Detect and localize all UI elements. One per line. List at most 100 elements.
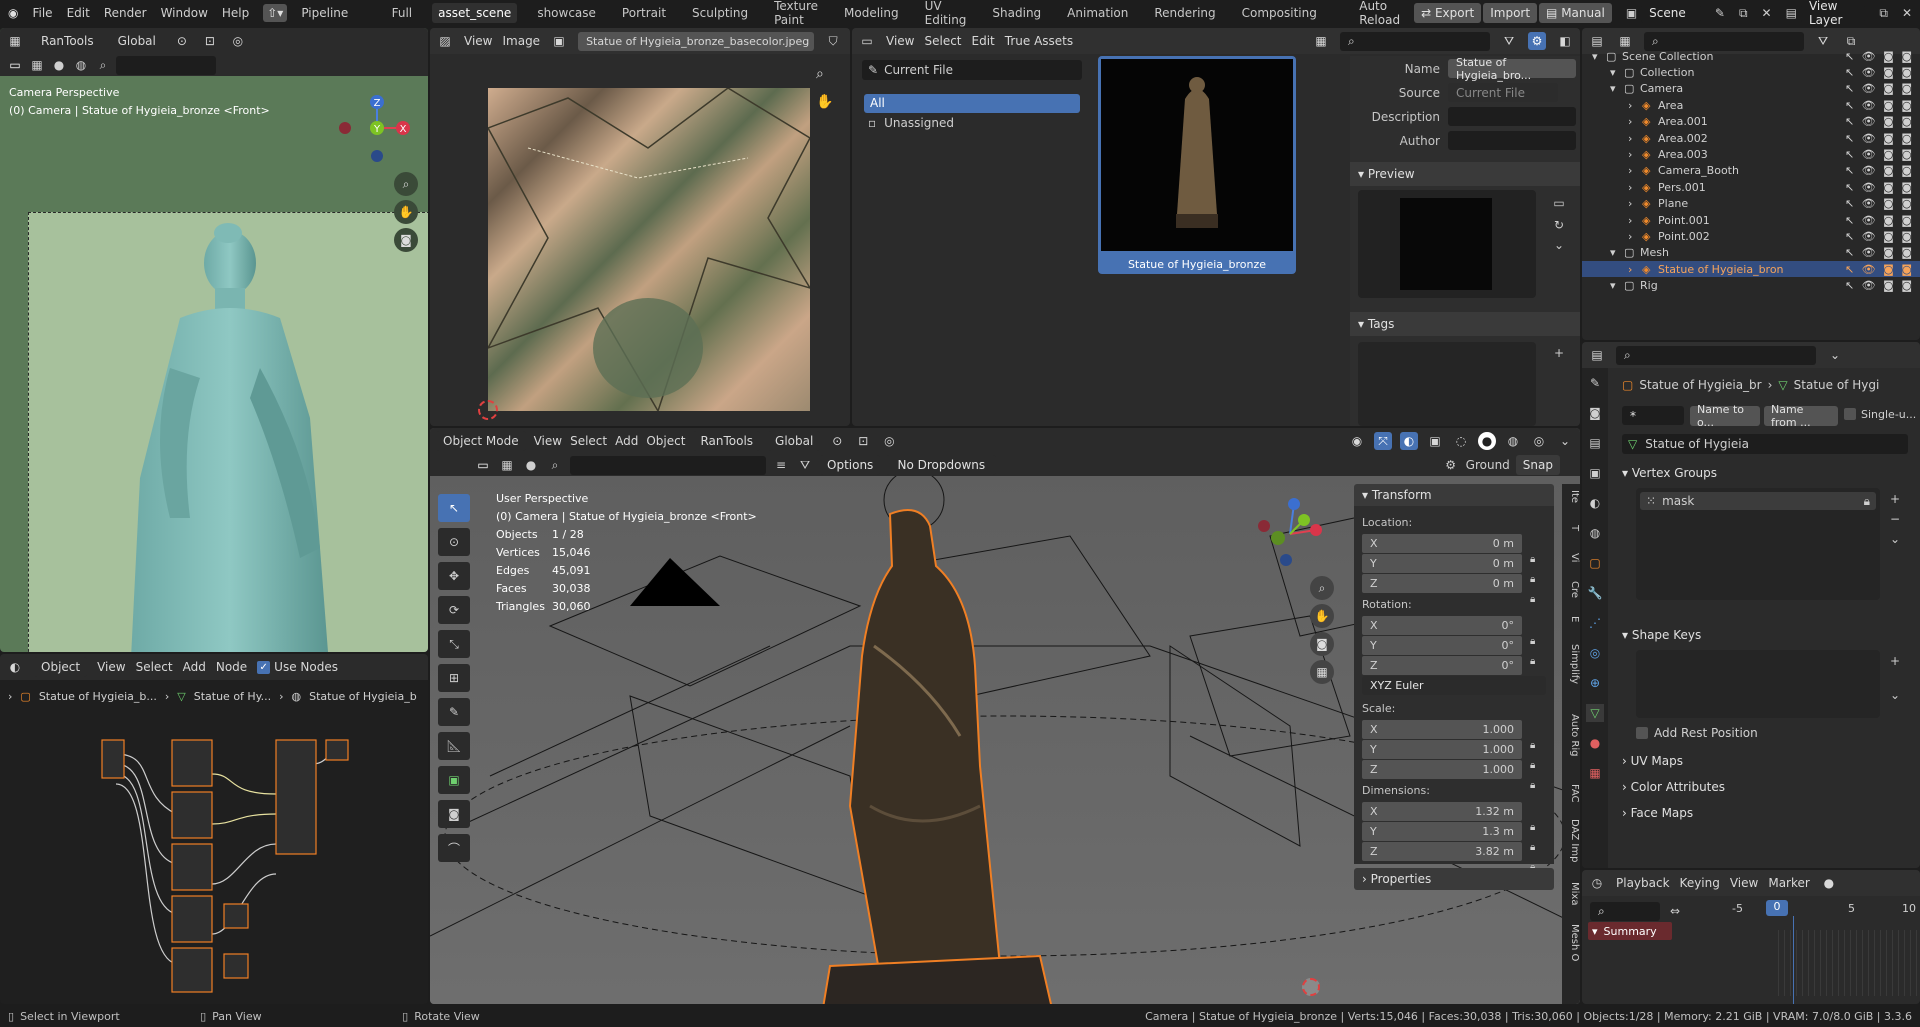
- visibility-eye-icon[interactable]: ↖ 👁︎ ◙ ◙: [1845, 246, 1920, 259]
- vp-filter-icon[interactable]: ⛛: [796, 456, 814, 474]
- image-image-menu[interactable]: Image: [502, 34, 540, 48]
- xray-icon[interactable]: ▣: [1426, 432, 1444, 450]
- viewport-navigation-gizmo[interactable]: [1250, 494, 1330, 574]
- blender-logo-icon[interactable]: ◉: [8, 6, 18, 20]
- properties-filter-field[interactable]: *: [1622, 406, 1684, 425]
- vp-material-icon[interactable]: ●: [522, 456, 540, 474]
- no-dropdowns-dropdown[interactable]: No Dropdowns: [886, 455, 997, 475]
- export-button[interactable]: ⇄ Export: [1414, 3, 1482, 23]
- node-editor-type-icon[interactable]: ◐: [6, 658, 24, 676]
- view-layer-selector[interactable]: View Layer: [1800, 0, 1866, 27]
- expand-arrow-icon[interactable]: ▾: [1610, 246, 1624, 259]
- timeline-ruler[interactable]: -5 0 5 10: [1732, 900, 1920, 922]
- close-scene-icon[interactable]: ✕: [1762, 4, 1772, 22]
- particles-tab-icon[interactable]: ⋰: [1586, 614, 1604, 632]
- tab-sculpting[interactable]: Sculpting: [686, 3, 754, 23]
- lock-icon[interactable]: 🔒︎: [1530, 594, 1535, 605]
- node-graph[interactable]: [96, 734, 366, 994]
- node-view-menu[interactable]: View: [97, 660, 125, 674]
- lock-icon[interactable]: 🔒︎: [1864, 494, 1870, 509]
- transform-panel-header[interactable]: ▾ Transform: [1354, 484, 1554, 506]
- material-tab-icon[interactable]: ●: [1586, 734, 1604, 752]
- visibility-eye-icon[interactable]: ↖ 👁︎ ◙ ◙: [1845, 197, 1920, 210]
- expand-arrow-icon[interactable]: ›: [1628, 230, 1642, 243]
- menu-edit[interactable]: Edit: [67, 6, 90, 20]
- viewport-pan-icon[interactable]: ✋: [1310, 604, 1334, 628]
- editor-type-icon[interactable]: ▦: [6, 32, 24, 50]
- outliner-row[interactable]: › ◈ Area.002 ↖ 👁︎ ◙ ◙: [1582, 130, 1920, 146]
- asset-edit-menu[interactable]: Edit: [972, 34, 995, 48]
- close-view-layer-icon[interactable]: ✕: [1902, 4, 1912, 22]
- color-attributes-panel-header[interactable]: › Color Attributes: [1622, 780, 1725, 794]
- select-box-icon[interactable]: ▭: [6, 56, 24, 74]
- expand-arrow-icon[interactable]: ›: [1628, 115, 1642, 128]
- catalog-unassigned[interactable]: ▫ Unassigned: [868, 116, 954, 130]
- image-zoom-icon[interactable]: ⌕: [816, 66, 824, 82]
- scale-tool-icon[interactable]: ⤡: [438, 630, 470, 658]
- navigation-gizmo[interactable]: Z X Y: [335, 88, 415, 168]
- visibility-eye-icon[interactable]: ↖ 👁︎ ◙ ◙: [1845, 148, 1920, 161]
- material-shading-icon[interactable]: ◍: [1504, 432, 1522, 450]
- auto-reload-label[interactable]: Auto Reload: [1359, 0, 1400, 27]
- outliner-row[interactable]: › ◈ Area.003 ↖ 👁︎ ◙ ◙: [1582, 146, 1920, 162]
- outliner-row[interactable]: › ◈ Statue of Hygieia_bron ↖ 👁︎ ◙ ◙: [1582, 261, 1920, 278]
- world-tab-icon[interactable]: ◍: [1586, 524, 1604, 542]
- viewport-object-menu[interactable]: Object: [646, 434, 685, 448]
- outliner-row[interactable]: › ◈ Area ↖ 👁︎ ◙ ◙: [1582, 97, 1920, 113]
- load-preview-icon[interactable]: ▭: [1550, 194, 1568, 212]
- add-vertex-group-icon[interactable]: +: [1886, 490, 1904, 508]
- transform-field[interactable]: Z 3.82 m: [1362, 842, 1522, 861]
- asset-thumbnail-card[interactable]: Statue of Hygieia_bronze: [1098, 56, 1296, 274]
- remove-vertex-group-icon[interactable]: −: [1886, 510, 1904, 528]
- node-editor[interactable]: ◐ Object View Select Add Node ✓ Use Nodes…: [0, 654, 428, 1004]
- keying-menu[interactable]: Keying: [1680, 876, 1720, 890]
- curve-tool-icon[interactable]: ⌒: [438, 834, 470, 862]
- tab-modeling[interactable]: Modeling: [838, 3, 905, 23]
- tags-list[interactable]: [1358, 342, 1536, 426]
- asset-true-assets-menu[interactable]: True Assets: [1005, 34, 1073, 48]
- tab-full[interactable]: Full: [386, 3, 419, 23]
- outliner-row[interactable]: ▾ ▢ Collection ↖ 👁︎ ◙ ◙: [1582, 64, 1920, 80]
- add-tag-icon[interactable]: +: [1550, 344, 1568, 362]
- transform-field[interactable]: Z 0°: [1362, 656, 1522, 675]
- menu-render[interactable]: Render: [104, 6, 147, 20]
- image-editor[interactable]: ▨ View Image ▣ Statue of Hygieia_bronze_…: [430, 28, 850, 426]
- asset-select-menu[interactable]: Select: [924, 34, 961, 48]
- tab-compositing[interactable]: Compositing: [1236, 3, 1323, 23]
- zoom-icon[interactable]: ⌕: [394, 172, 418, 196]
- shader-type-dropdown[interactable]: Object: [34, 657, 88, 677]
- asset-source-field[interactable]: Current File: [1448, 83, 1558, 102]
- single-user-toggle[interactable]: Single-u...: [1844, 408, 1916, 421]
- properties-panel-header[interactable]: › Properties: [1354, 868, 1554, 890]
- snap-button[interactable]: Snap: [1515, 455, 1560, 475]
- viewport-pivot-icon[interactable]: ⊙: [828, 432, 846, 450]
- marker-menu[interactable]: Marker: [1768, 876, 1809, 890]
- timeline[interactable]: ◷ Playback Keying View Marker ● ⌕ ⇔ -5 0…: [1582, 870, 1920, 1004]
- visibility-eye-icon[interactable]: ↖ 👁︎ ◙ ◙: [1845, 66, 1920, 79]
- outliner-row[interactable]: ▾ ▢ Mesh ↖ 👁︎ ◙ ◙: [1582, 245, 1920, 261]
- outliner-row[interactable]: › ◈ Point.001 ↖ 👁︎ ◙ ◙: [1582, 212, 1920, 228]
- timeline-search-input[interactable]: ⌕: [1590, 902, 1660, 921]
- vertex-group-item[interactable]: ⁙ mask 🔒︎: [1640, 492, 1876, 510]
- expand-arrow-icon[interactable]: ›: [1628, 164, 1642, 177]
- preview-menu-icon[interactable]: ⌄: [1550, 236, 1568, 254]
- sidebar-tab[interactable]: Mixa: [1562, 882, 1580, 905]
- viewport-grid-icon[interactable]: ▦: [1310, 660, 1334, 684]
- viewport-zoom-icon[interactable]: ⌕: [1310, 576, 1334, 600]
- viewport-camera-icon[interactable]: ◙: [1310, 632, 1334, 656]
- outliner-row[interactable]: › ◈ Area.001 ↖ 👁︎ ◙ ◙: [1582, 114, 1920, 130]
- vp-search-icon[interactable]: ⌕: [546, 456, 564, 474]
- rantools-dropdown[interactable]: RanTools: [34, 31, 101, 51]
- use-nodes-checkbox[interactable]: ✓ Use Nodes: [257, 660, 338, 674]
- visibility-eye-icon[interactable]: ↖ 👁︎ ◙ ◙: [1845, 132, 1920, 145]
- output-tab-icon[interactable]: ▤: [1586, 434, 1604, 452]
- expand-arrow-icon[interactable]: ›: [1628, 99, 1642, 112]
- image-view-menu[interactable]: View: [464, 34, 492, 48]
- camera-toggle-icon[interactable]: ◙: [394, 228, 418, 252]
- move-tool-icon[interactable]: ✥: [438, 562, 470, 590]
- vp-select-mode-icon[interactable]: ▦: [498, 456, 516, 474]
- view-layer-tab-icon[interactable]: ▣: [1586, 464, 1604, 482]
- transform-field[interactable]: X 0 m: [1362, 534, 1522, 553]
- rotate-tool-icon[interactable]: ⟳: [438, 596, 470, 624]
- gizmo-toggle-icon[interactable]: ⤧: [1374, 432, 1392, 450]
